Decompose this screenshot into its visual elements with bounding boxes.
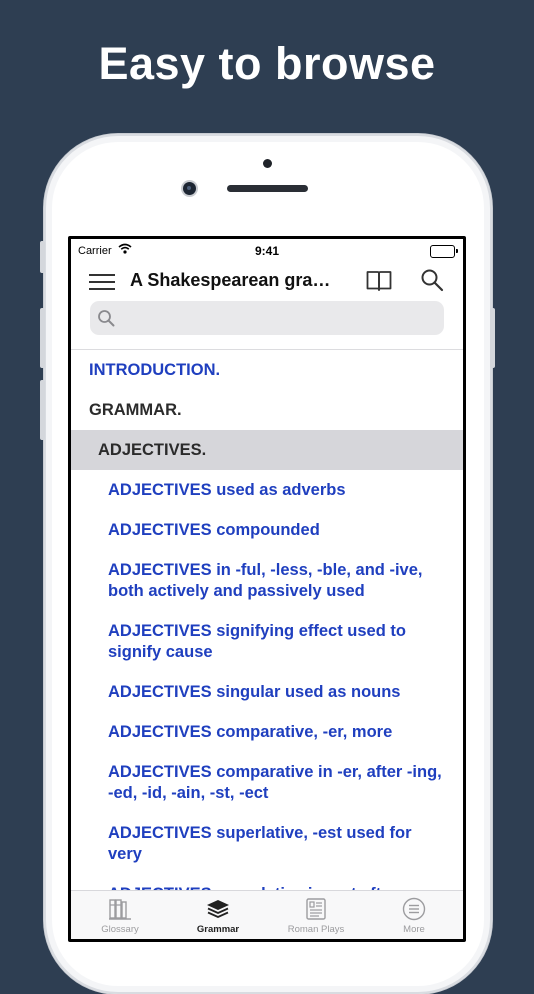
navigation-bar: A Shakespearean gra… [71,263,463,301]
volume-down-button [40,380,45,440]
tab-bar: Glossary Grammar Roman Plays More [71,890,463,939]
list-item-introduction[interactable]: INTRODUCTION. [71,350,463,390]
battery-icon [430,245,458,258]
status-bar: Carrier 9:41 [71,239,463,263]
proximity-sensor [263,159,272,168]
list-item[interactable]: ADJECTIVES comparative in -er, after -in… [71,752,463,813]
volume-up-button [40,308,45,368]
list-item[interactable]: ADJECTIVES superlative in -est after [71,874,463,890]
promo-headline: Easy to browse [98,38,436,89]
magnifier-icon [97,309,115,327]
list-item[interactable]: ADJECTIVES used as adverbs [71,470,463,510]
tab-more[interactable]: More [365,891,463,939]
list-item-grammar[interactable]: GRAMMAR. [71,390,463,430]
search-bar[interactable] [90,301,444,335]
tab-grammar[interactable]: Grammar [169,891,267,939]
contents-list: INTRODUCTION. GRAMMAR. ADJECTIVES. ADJEC… [71,350,463,890]
power-button [490,308,495,368]
phone-screen: Carrier 9:41 A Shakespearean gra… INTROD… [68,236,466,942]
tab-roman-plays[interactable]: Roman Plays [267,891,365,939]
hamburger-menu-icon[interactable] [89,271,115,293]
list-item[interactable]: ADJECTIVES superlative, -est used for ve… [71,813,463,874]
open-book-icon[interactable] [366,269,392,293]
list-item[interactable]: ADJECTIVES signifying effect used to sig… [71,611,463,672]
list-item[interactable]: ADJECTIVES compounded [71,510,463,550]
tab-label: Grammar [196,924,240,935]
tab-glossary[interactable]: Glossary [71,891,169,939]
list-item[interactable]: ADJECTIVES singular used as nouns [71,672,463,712]
list-item[interactable]: ADJECTIVES in -ful, -less, -ble, and -iv… [71,550,463,611]
tab-label: Glossary [101,924,139,935]
app-screen: Carrier 9:41 A Shakespearean gra… INTROD… [71,239,463,939]
search-input[interactable] [122,307,436,331]
scroll-icon [304,897,328,921]
list-item-adjectives-selected[interactable]: ADJECTIVES. [71,430,463,470]
stacked-layers-icon [206,897,230,921]
bookshelf-icon [108,897,132,921]
tab-label: Roman Plays [287,924,345,935]
status-time: 9:41 [254,244,280,258]
earpiece-speaker [227,185,308,192]
more-circle-icon [402,897,426,921]
silent-switch [40,241,45,273]
list-item[interactable]: ADJECTIVES comparative, -er, more [71,712,463,752]
tab-label: More [403,924,425,935]
front-camera [183,182,196,195]
search-icon[interactable] [420,268,444,292]
page-title: A Shakespearean gra… [130,270,331,290]
